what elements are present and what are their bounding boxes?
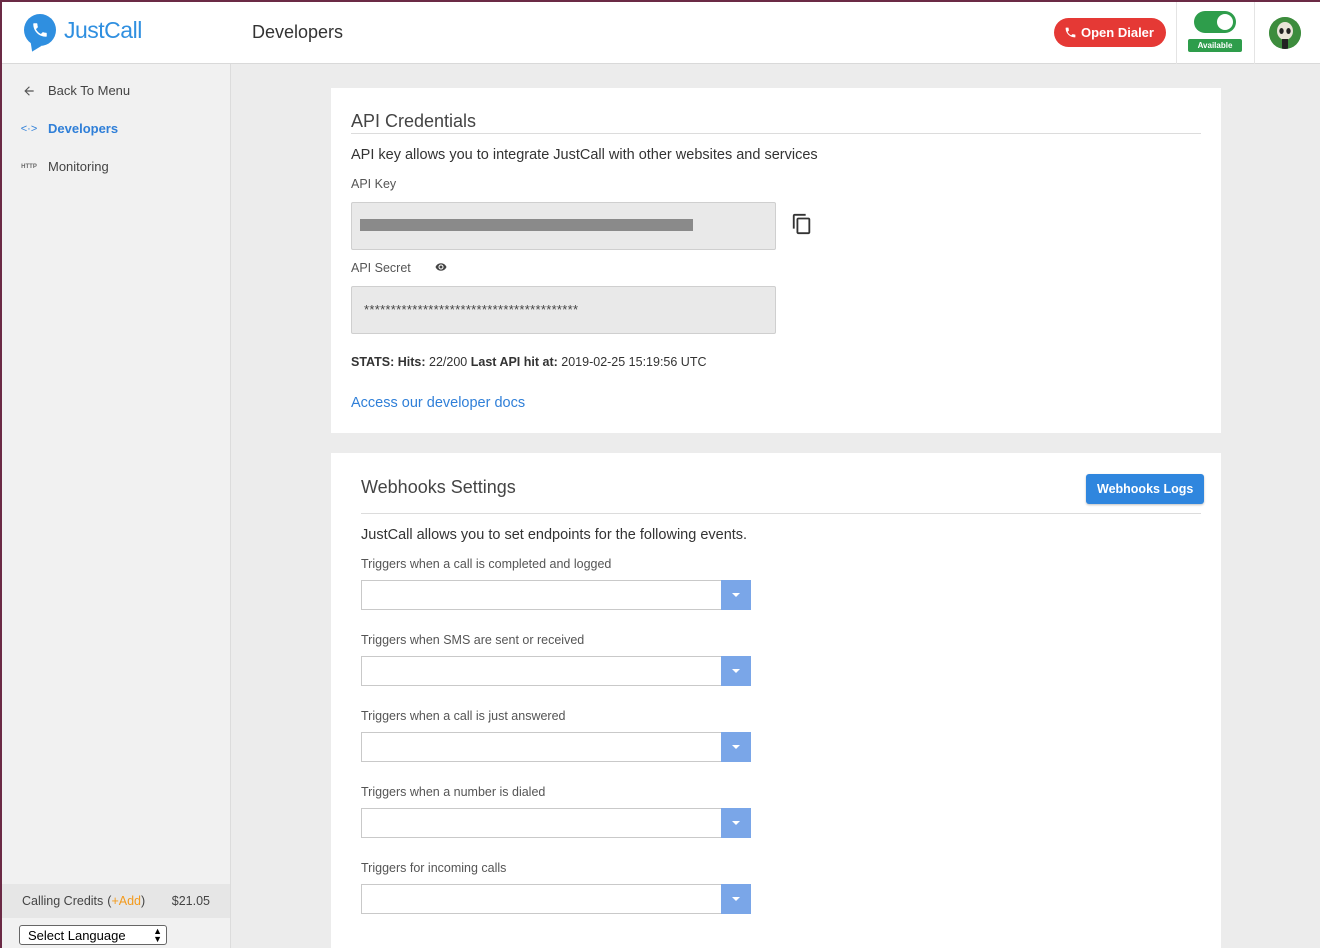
toggle-switch[interactable] xyxy=(1194,11,1236,33)
api-description: API key allows you to integrate JustCall… xyxy=(351,147,818,163)
caret-down-icon xyxy=(732,593,740,597)
language-select-value: Select Language xyxy=(28,927,126,943)
webhooks-title: Webhooks Settings xyxy=(361,477,516,497)
code-icon: <·> xyxy=(20,122,38,135)
select-toggle[interactable] xyxy=(721,884,751,914)
trigger-sms-select[interactable] xyxy=(361,656,751,686)
api-secret-field[interactable]: **************************************** xyxy=(351,286,776,334)
select-arrows-icon: ▲ ▼ xyxy=(153,926,162,944)
select-toggle[interactable] xyxy=(721,808,751,838)
availability-toggle[interactable]: Available xyxy=(1188,11,1242,52)
webhooks-settings-card: Webhooks Settings Webhooks Logs JustCall… xyxy=(331,453,1221,948)
sidebar-item-label: Developers xyxy=(48,121,119,136)
caret-down-icon xyxy=(732,745,740,749)
credits-paren-close: ) xyxy=(141,894,146,908)
divider xyxy=(1254,2,1255,64)
calling-credits: Calling Credits (+Add) $21.05 xyxy=(2,884,230,918)
stats-last-value: 2019-02-25 15:19:56 UTC xyxy=(561,355,707,369)
toggle-knob xyxy=(1217,14,1233,30)
page-title: Developers xyxy=(252,22,344,42)
trigger-call-completed-select[interactable] xyxy=(361,580,751,610)
api-key-field[interactable] xyxy=(351,202,776,250)
caret-down-icon xyxy=(732,897,740,901)
stats-last-label: Last API hit at: xyxy=(470,355,558,369)
trigger-incoming-calls-select[interactable] xyxy=(361,884,751,914)
api-key-label: API Key xyxy=(351,177,397,191)
arrow-left-icon xyxy=(20,84,38,98)
trigger-label: Triggers for incoming calls xyxy=(361,861,507,875)
trigger-label: Triggers when a call is just answered xyxy=(361,709,566,723)
credits-amount: $21.05 xyxy=(171,894,210,908)
copy-icon[interactable] xyxy=(791,212,813,239)
credits-label: Calling Credits xyxy=(22,894,104,908)
divider xyxy=(351,133,1201,134)
developer-docs-link[interactable]: Access our developer docs xyxy=(351,395,525,411)
caret-down-icon xyxy=(732,669,740,673)
justcall-logo[interactable]: JustCall xyxy=(24,14,142,46)
divider xyxy=(1176,2,1177,64)
top-bar: JustCall Developers Open Dialer Availabl… xyxy=(2,2,1320,64)
api-key-masked-value xyxy=(360,219,693,231)
trigger-label: Triggers when a call is completed and lo… xyxy=(361,557,612,571)
availability-badge: Available xyxy=(1188,39,1242,52)
trigger-label: Triggers when a number is dialed xyxy=(361,785,546,799)
api-stats: STATS: Hits: 22/200 Last API hit at: 201… xyxy=(351,355,707,369)
phone-logo-icon xyxy=(24,14,56,46)
phone-icon xyxy=(1065,27,1076,38)
open-dialer-label: Open Dialer xyxy=(1081,25,1154,40)
sidebar-item-label: Monitoring xyxy=(48,159,109,174)
sidebar: Back To Menu <·> Developers HTTP Monitor… xyxy=(2,64,231,948)
sidebar-item-back-to-menu[interactable]: Back To Menu xyxy=(20,83,130,98)
language-select[interactable]: Select Language ▲ ▼ xyxy=(19,925,167,945)
logo-text: JustCall xyxy=(64,16,142,43)
open-dialer-button[interactable]: Open Dialer xyxy=(1054,18,1166,47)
webhooks-logs-button[interactable]: Webhooks Logs xyxy=(1086,474,1205,504)
select-toggle[interactable] xyxy=(721,732,751,762)
stats-hits: 22/200 xyxy=(429,355,468,369)
trigger-number-dialed-select[interactable] xyxy=(361,808,751,838)
trigger-call-answered-select[interactable] xyxy=(361,732,751,762)
http-icon: HTTP xyxy=(21,163,37,170)
select-toggle[interactable] xyxy=(721,580,751,610)
stats-prefix: STATS: Hits: xyxy=(351,355,426,369)
divider xyxy=(361,513,1201,514)
webhooks-description: JustCall allows you to set endpoints for… xyxy=(361,527,748,543)
select-toggle[interactable] xyxy=(721,656,751,686)
caret-down-icon xyxy=(732,821,740,825)
trigger-label: Triggers when SMS are sent or received xyxy=(361,633,585,647)
sidebar-item-label: Back To Menu xyxy=(48,83,131,98)
sidebar-item-developers[interactable]: <·> Developers xyxy=(20,121,118,136)
api-secret-value: **************************************** xyxy=(364,302,579,317)
api-credentials-title: API Credentials xyxy=(351,111,477,131)
api-secret-label: API Secret xyxy=(351,261,411,275)
app-window: JustCall Developers Open Dialer Availabl… xyxy=(2,2,1320,948)
add-credits-link[interactable]: +Add xyxy=(111,894,141,908)
api-credentials-card: API Credentials API key allows you to in… xyxy=(331,88,1221,433)
sidebar-item-monitoring[interactable]: HTTP Monitoring xyxy=(20,159,109,174)
avatar[interactable] xyxy=(1269,17,1301,49)
eye-icon[interactable] xyxy=(434,261,448,276)
